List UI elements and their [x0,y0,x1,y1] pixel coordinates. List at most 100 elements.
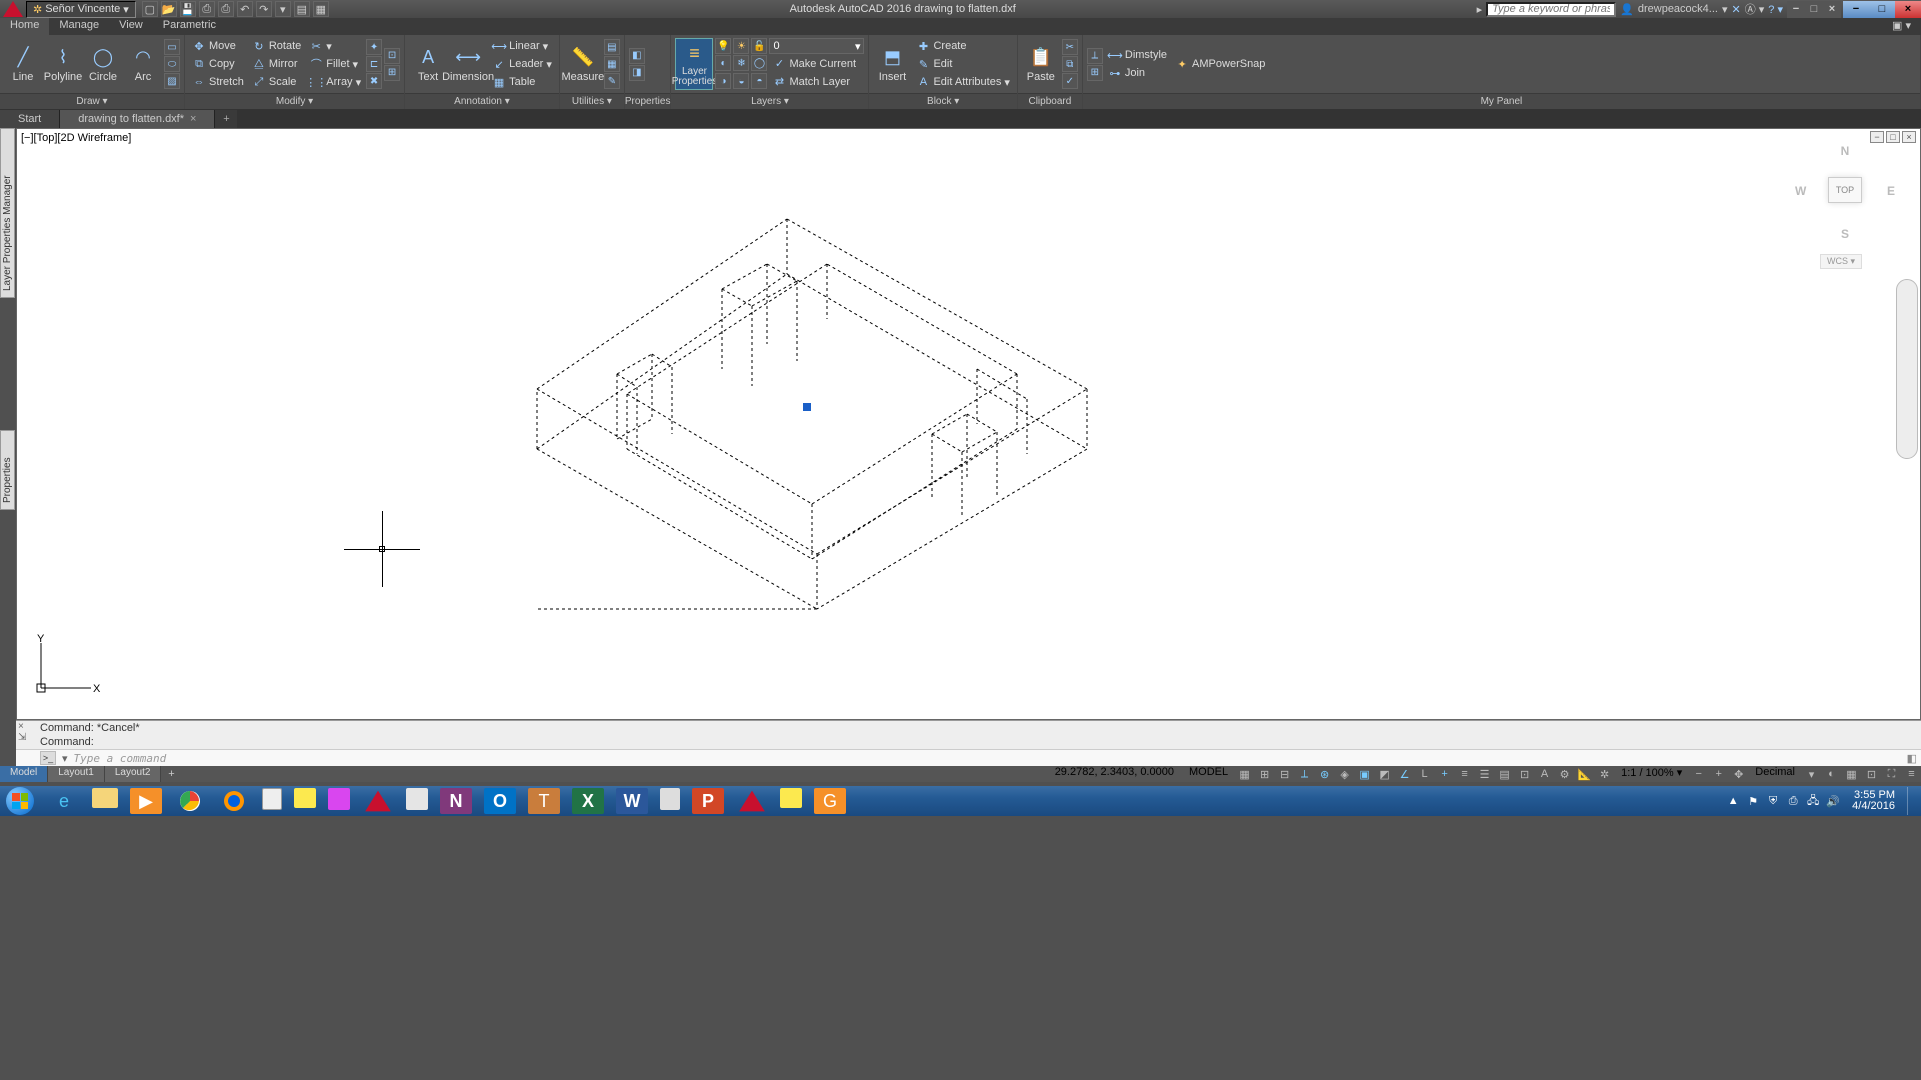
match-prop-icon[interactable]: ✓ [1062,73,1078,89]
app-icon[interactable] [3,1,23,17]
infer-toggle[interactable]: ⊟ [1274,766,1294,782]
hatch-icon[interactable]: ▨ [164,73,180,89]
taskbar-onenote-icon[interactable]: N [440,788,472,814]
status-cleanscreen[interactable]: ⛶ [1881,766,1901,782]
taskbar-media-icon[interactable]: ▶ [130,788,162,814]
redo-icon[interactable]: ↷ [256,1,272,17]
viewcube-s[interactable]: S [1841,227,1849,241]
qat-btn1[interactable]: ▤ [294,1,310,17]
otrack-toggle[interactable]: ∠ [1394,766,1414,782]
taskbar-powerpoint-icon[interactable]: P [692,788,724,814]
tray-flag-icon[interactable]: ⚑ [1746,794,1760,808]
tab-view[interactable]: View [109,18,153,35]
tray-network-icon[interactable]: 🖧 [1806,794,1820,808]
insert-button[interactable]: ⬒Insert [873,38,911,90]
undo-icon[interactable]: ↶ [237,1,253,17]
osnap-toggle[interactable]: ▣ [1354,766,1374,782]
layer-bulb-icon[interactable]: 💡 [715,38,731,54]
taskbar-chrome-icon[interactable] [174,788,206,814]
close-tab-icon[interactable]: × [190,113,196,125]
modify-extra2[interactable]: ⊞ [384,65,400,81]
taskbar-sticky-icon[interactable] [294,788,316,808]
status-units[interactable]: Decimal [1748,766,1801,782]
copy-clip-icon[interactable]: ⧉ [1062,56,1078,72]
anno-vis-toggle[interactable]: A [1534,766,1554,782]
layer-iso-icon[interactable]: ◐ [715,55,731,71]
show-desktop-button[interactable] [1907,787,1915,815]
table-button[interactable]: ▦Table [489,74,555,91]
cmd-panel-controls[interactable]: ×⇲ [18,721,30,743]
taskbar-excel-icon[interactable]: X [572,788,604,814]
anno-scale-toggle[interactable]: 📐 [1574,766,1594,782]
layout-1[interactable]: Layout1 [48,766,105,782]
copy-button[interactable]: ⧉Copy [189,56,247,73]
dimstyle-button[interactable]: ⟷Dimstyle [1105,47,1170,64]
ws-toggle[interactable]: ✲ [1594,766,1614,782]
ampowersnap-button[interactable]: ✦AMPowerSnap [1172,56,1268,73]
layer-off-icon[interactable]: ◯ [751,55,767,71]
offset-icon[interactable]: ⊏ [366,56,382,72]
system-clock[interactable]: 3:55 PM 4/4/2016 [1846,790,1901,812]
taskbar-word-icon[interactable]: W [616,788,648,814]
measure-button[interactable]: 📏Measure [564,38,602,90]
command-input[interactable]: Type a command [74,752,1901,765]
mdi-minimize-icon[interactable]: − [1787,1,1805,18]
lwt-toggle[interactable]: ≡ [1454,766,1474,782]
tab-home[interactable]: Home [0,18,49,35]
zoom-out-button[interactable]: − [1688,766,1708,782]
polyline-button[interactable]: ⌇Polyline [44,38,82,90]
viewcube-w[interactable]: W [1795,184,1806,198]
leader-button[interactable]: ↙Leader▾ [489,56,555,73]
window-maximize-button[interactable]: □ [1869,1,1895,18]
taskbar-calc-icon[interactable] [262,788,282,810]
taskbar-ie-icon[interactable]: e [48,788,80,814]
taskbar-firefox-icon[interactable] [218,788,250,814]
trim-button[interactable]: ✂▾ [306,38,364,55]
tab-parametric[interactable]: Parametric [153,18,226,35]
help-search-input[interactable] [1486,2,1616,17]
qp-toggle[interactable]: ▤ [1494,766,1514,782]
modify-extra1[interactable]: ⊡ [384,48,400,64]
cut-icon[interactable]: ✂ [1062,39,1078,55]
vp-close-icon[interactable]: × [1902,131,1916,143]
status-extra3[interactable]: ⊡ [1861,766,1881,782]
erase-icon[interactable]: ✖ [366,73,382,89]
taskbar-outlook-icon[interactable]: O [484,788,516,814]
create-block-button[interactable]: ✚Create [913,38,1012,55]
match-layer-button[interactable]: ⇄Match Layer [769,73,853,90]
origin-grip[interactable] [803,403,811,411]
zoom-in-button[interactable]: + [1708,766,1728,782]
status-extra1[interactable]: ◐ [1821,766,1841,782]
rectangle-icon[interactable]: ▭ [164,39,180,55]
mp1-icon[interactable]: ⟂ [1087,48,1103,64]
save-icon[interactable]: 💾 [180,1,196,17]
paste-button[interactable]: 📋Paste [1022,38,1060,90]
mdi-maximize-icon[interactable]: □ [1805,1,1823,18]
window-minimize-button[interactable]: − [1843,1,1869,18]
add-layout-button[interactable]: + [161,766,181,782]
taskbar-app5-icon[interactable]: G [814,788,846,814]
layer-un2-icon[interactable]: ◒ [733,73,749,89]
status-custom[interactable]: ≡ [1901,766,1921,782]
cmd-recent-icon[interactable]: ◧ [1907,752,1917,765]
navigation-bar[interactable] [1896,279,1918,459]
array-button[interactable]: ⋮⋮Array▾ [306,74,364,91]
layer-sun-icon[interactable]: ☀ [733,38,749,54]
exchange-icon[interactable]: ✕ [1732,3,1741,16]
iso-toggle[interactable]: ◈ [1334,766,1354,782]
status-space[interactable]: MODEL [1182,766,1234,782]
layout-model[interactable]: Model [0,766,48,782]
tray-volume-icon[interactable]: 🔊 [1826,794,1840,808]
tab-file[interactable]: drawing to flatten.dxf*× [60,110,215,128]
circle-button[interactable]: ◯Circle [84,38,122,90]
taskbar-autocad-icon[interactable] [362,788,394,814]
tray-shield-icon[interactable]: ⛨ [1766,794,1780,808]
units-dd[interactable]: ▾ [1801,766,1821,782]
tab-start[interactable]: Start [0,110,60,128]
mdi-close-icon[interactable]: × [1823,1,1841,18]
taskbar-app2-icon[interactable] [406,788,428,810]
layer-lock-icon[interactable]: 🔓 [751,38,767,54]
stretch-button[interactable]: ⇔Stretch [189,74,247,91]
prop2-icon[interactable]: ◨ [629,65,645,81]
make-current-button[interactable]: ✓Make Current [769,55,859,72]
